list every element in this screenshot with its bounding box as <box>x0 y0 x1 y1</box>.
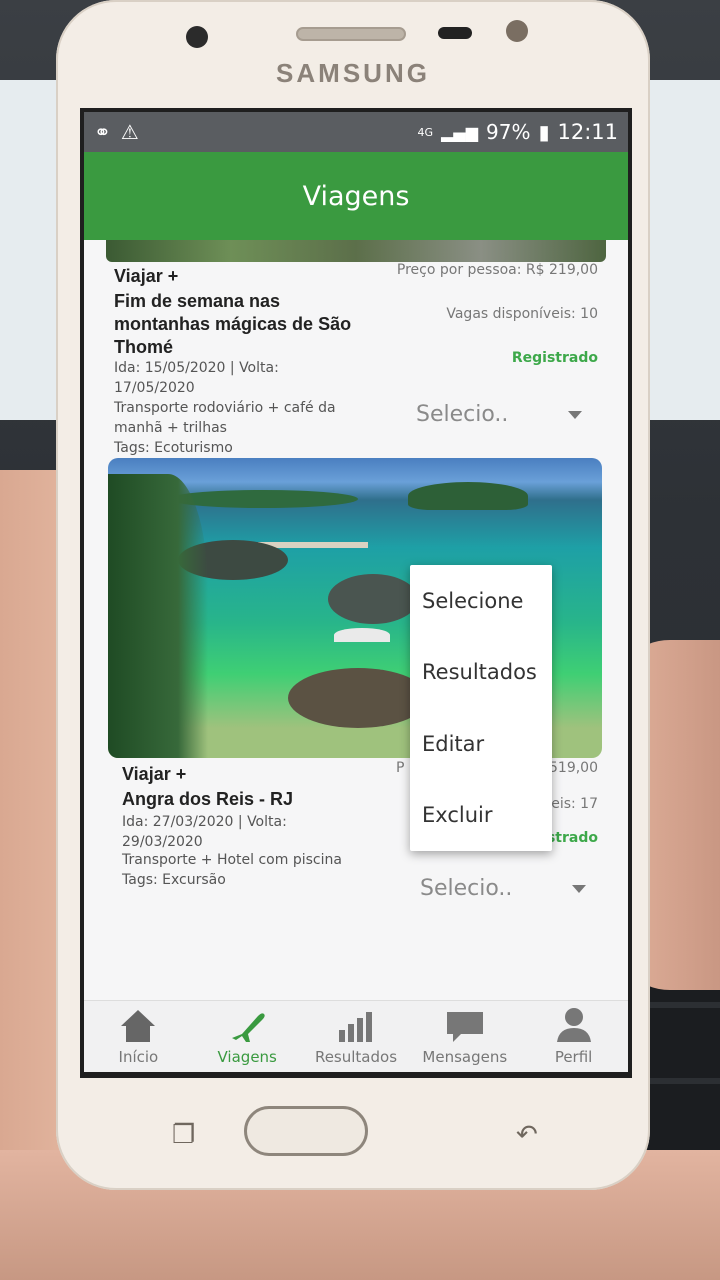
action-select[interactable]: Selecio.. <box>420 876 587 901</box>
airplane-icon <box>232 1013 265 1042</box>
tab-label: Resultados <box>314 1048 398 1066</box>
device-brand: SAMSUNG <box>276 58 430 88</box>
proximity-sensor <box>438 27 472 39</box>
menu-item-selecione[interactable]: Selecione <box>410 565 552 637</box>
trip-tags: Tags: Excursão <box>122 872 226 888</box>
status-bar: ⚭ ⚠ 4G ▂▄▆ 97% ▮ 12:11 <box>84 112 628 152</box>
tab-resultados[interactable]: Resultados <box>302 1001 411 1072</box>
battery-percent: 97% <box>486 120 531 144</box>
front-camera-icon <box>186 26 208 48</box>
trip-image-partial <box>106 240 606 262</box>
earpiece-speaker <box>296 27 406 41</box>
status-badge: Registrado <box>511 350 598 366</box>
app-bar: Viagens <box>84 152 628 240</box>
trip-vacancies: Vagas disponíveis: 10 <box>446 306 598 322</box>
bar-chart-icon <box>338 1012 372 1042</box>
menu-item-resultados[interactable]: Resultados <box>410 637 552 709</box>
action-select[interactable]: Selecio.. <box>416 402 583 427</box>
photo-trees <box>108 474 208 758</box>
signal-icon: ▂▄▆ <box>441 122 478 142</box>
network-type: 4G <box>417 125 434 139</box>
tab-label: Início <box>118 1048 159 1066</box>
photo-island <box>168 490 358 508</box>
trip-dates: Ida: 15/05/2020 | Volta: 17/05/2020 <box>114 360 279 396</box>
tab-label: Viagens <box>217 1048 277 1066</box>
recent-apps-icon[interactable]: ❐ <box>172 1120 195 1150</box>
tab-viagens[interactable]: Viagens <box>193 1001 302 1072</box>
trip-title: Angra dos Reis - RJ <box>122 789 294 809</box>
sensor-icon <box>506 20 528 42</box>
menu-item-excluir[interactable]: Excluir <box>410 780 552 852</box>
battery-icon: ▮ <box>538 120 550 144</box>
tab-label: Perfil <box>554 1048 593 1066</box>
trip-price-partial: 519,00 <box>549 760 598 776</box>
action-select-value: Selecio.. <box>416 402 509 427</box>
trip-kicker: Viajar + <box>122 764 187 784</box>
warning-icon: ⚠ <box>120 120 139 144</box>
chevron-down-icon <box>572 884 587 893</box>
phone-screen: ⚭ ⚠ 4G ▂▄▆ 97% ▮ 12:11 Viagens Viajar + … <box>80 108 632 1078</box>
sync-icon: ⚭ <box>94 120 111 144</box>
home-icon <box>121 1010 156 1042</box>
photo-rock <box>288 668 428 728</box>
trip-tags: Tags: Ecoturismo <box>114 440 233 456</box>
back-icon[interactable]: ↶ <box>516 1120 538 1150</box>
page-title: Viagens <box>302 180 410 212</box>
action-dropdown-menu: Selecione Resultados Editar Excluir <box>410 565 552 851</box>
bottom-tab-bar: Início Viagens Resultados Mensagens Perf… <box>84 1000 628 1072</box>
trip-card[interactable]: Viajar + Preço por pessoa: R$ 219,00 Fim… <box>84 262 628 482</box>
message-icon <box>446 1012 483 1042</box>
action-select-value: Selecio.. <box>420 876 513 901</box>
tab-inicio[interactable]: Início <box>84 1001 193 1072</box>
trip-list[interactable]: Viajar + Preço por pessoa: R$ 219,00 Fim… <box>84 240 628 1000</box>
status-badge: strado <box>546 830 598 846</box>
home-button[interactable] <box>244 1106 368 1156</box>
tab-label: Mensagens <box>422 1048 508 1066</box>
trip-description: Transporte + Hotel com piscina <box>122 852 342 868</box>
photo-island <box>408 482 528 510</box>
chevron-down-icon <box>568 410 583 419</box>
tab-perfil[interactable]: Perfil <box>519 1001 628 1072</box>
trip-price: Preço por pessoa: R$ 219,00 <box>396 262 598 278</box>
trip-description: Transporte rodoviário + café da manhã + … <box>114 400 336 436</box>
trip-kicker: Viajar + <box>114 266 179 286</box>
tab-mensagens[interactable]: Mensagens <box>410 1001 519 1072</box>
clock: 12:11 <box>557 120 618 144</box>
photo-umbrella <box>334 628 390 642</box>
photo-rock <box>328 574 418 624</box>
trip-title: Fim de semana nas montanhas mágicas de S… <box>114 291 352 357</box>
trip-price-partial-left: P <box>396 760 405 776</box>
menu-item-editar[interactable]: Editar <box>410 708 552 780</box>
profile-icon <box>556 1008 591 1042</box>
trip-dates: Ida: 27/03/2020 | Volta: 29/03/2020 <box>122 814 287 850</box>
